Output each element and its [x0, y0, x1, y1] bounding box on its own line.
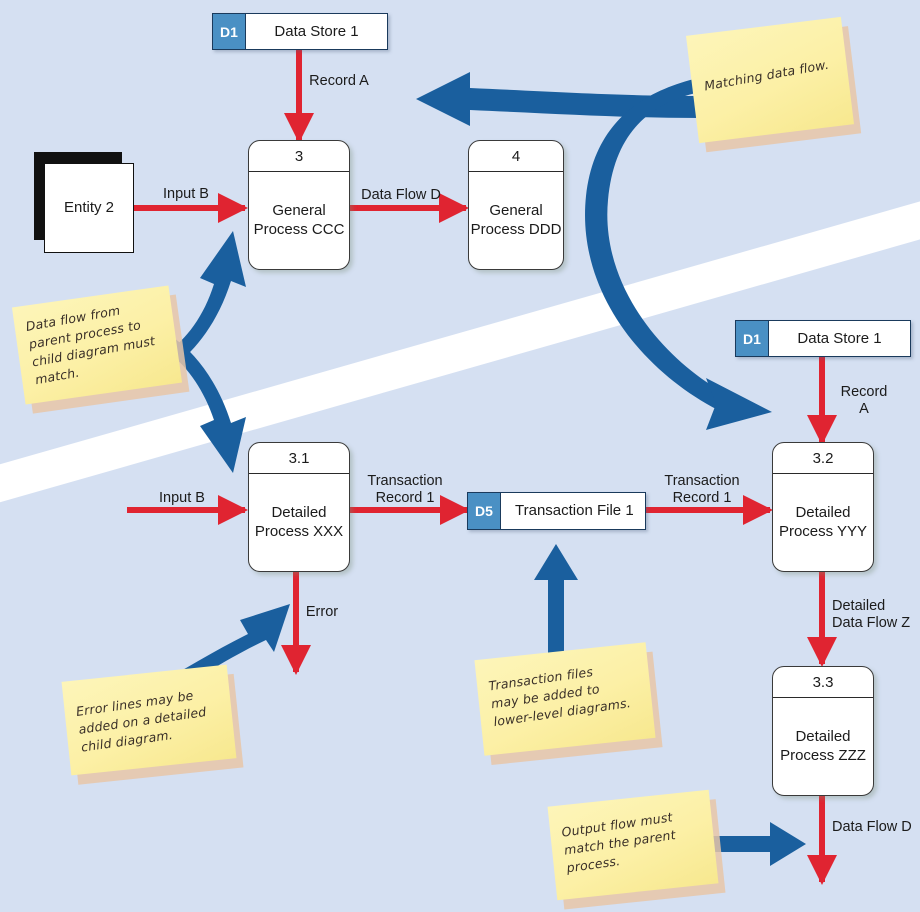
note-error-lines[interactable]: Error lines may be added on a detailed c… — [61, 664, 244, 785]
flow-label-input-b-child: Input B — [159, 490, 205, 506]
process-3-2[interactable]: 3.2 Detailed Process YYY — [772, 442, 874, 572]
data-store-label: Data Store 1 — [797, 330, 882, 347]
data-store-id: D1 — [736, 321, 769, 356]
flow-label-detailed-data-flow-z: Detailed Data Flow Z — [832, 598, 911, 632]
process-number: 3.1 — [249, 443, 349, 474]
data-store-d1-top[interactable]: D1 Data Store 1 — [212, 13, 388, 50]
note-matching-data-flow[interactable]: Matching data flow. — [686, 16, 862, 153]
data-store-id: D5 — [468, 493, 501, 529]
flow-label-data-flow-d-child: Data Flow D — [832, 819, 912, 835]
data-store-d5-transaction-file[interactable]: D5 Transaction File 1 — [467, 492, 646, 530]
flow-label-input-b-top: Input B — [163, 186, 209, 202]
note-output-flow[interactable]: Output flow must match the parent proces… — [547, 789, 726, 910]
flow-label-transaction-record-1-a: Transaction Record 1 — [367, 473, 443, 507]
flow-label-record-a-right: Record A — [840, 384, 888, 418]
external-entity-2[interactable]: Entity 2 — [34, 152, 134, 253]
process-name: General Process DDD — [470, 201, 562, 238]
process-number: 3 — [249, 141, 349, 172]
note-text: Transaction files may be added to lower-… — [487, 663, 632, 730]
data-store-label: Transaction File 1 — [515, 502, 634, 520]
note-paper: Matching data flow. — [686, 16, 854, 144]
process-name: Detailed Process XXX — [254, 503, 344, 540]
note-paper: Output flow must match the parent proces… — [547, 789, 719, 901]
process-name: Detailed Process YYY — [778, 503, 868, 540]
process-3[interactable]: 3 General Process CCC — [248, 140, 350, 270]
process-number: 3.2 — [773, 443, 873, 474]
process-number: 4 — [469, 141, 563, 172]
data-store-id: D1 — [213, 14, 246, 49]
note-text: Output flow must match the parent proces… — [560, 809, 677, 876]
diagram-canvas: D1 Data Store 1 D1 Data Store 1 D5 Trans… — [0, 0, 920, 912]
note-text: Data flow from parent process to child d… — [24, 302, 157, 388]
flow-label-error: Error — [305, 604, 339, 620]
process-3-3[interactable]: 3.3 Detailed Process ZZZ — [772, 666, 874, 796]
note-text: Matching data flow. — [703, 56, 830, 94]
process-name: General Process CCC — [253, 201, 345, 238]
note-parent-child-match[interactable]: Data flow from parent process to child d… — [11, 285, 190, 414]
annotation-arrow-transaction-files — [534, 544, 578, 660]
note-paper: Error lines may be added on a detailed c… — [61, 664, 237, 776]
process-number: 3.3 — [773, 667, 873, 698]
note-transaction-files[interactable]: Transaction files may be added to lower-… — [474, 642, 663, 766]
data-store-label: Data Store 1 — [274, 23, 359, 40]
data-store-d1-right[interactable]: D1 Data Store 1 — [735, 320, 911, 357]
process-4[interactable]: 4 General Process DDD — [468, 140, 564, 270]
process-name: Detailed Process ZZZ — [780, 727, 866, 764]
note-paper: Transaction files may be added to lower-… — [474, 642, 656, 756]
note-text: Error lines may be added on a detailed c… — [75, 687, 208, 755]
flow-label-data-flow-d-top: Data Flow D — [361, 187, 441, 203]
flow-label-record-a-top: Record A — [309, 73, 369, 89]
process-3-1[interactable]: 3.1 Detailed Process XXX — [248, 442, 350, 572]
flow-label-transaction-record-1-b: Transaction Record 1 — [664, 473, 740, 507]
entity-label: Entity 2 — [44, 163, 134, 253]
